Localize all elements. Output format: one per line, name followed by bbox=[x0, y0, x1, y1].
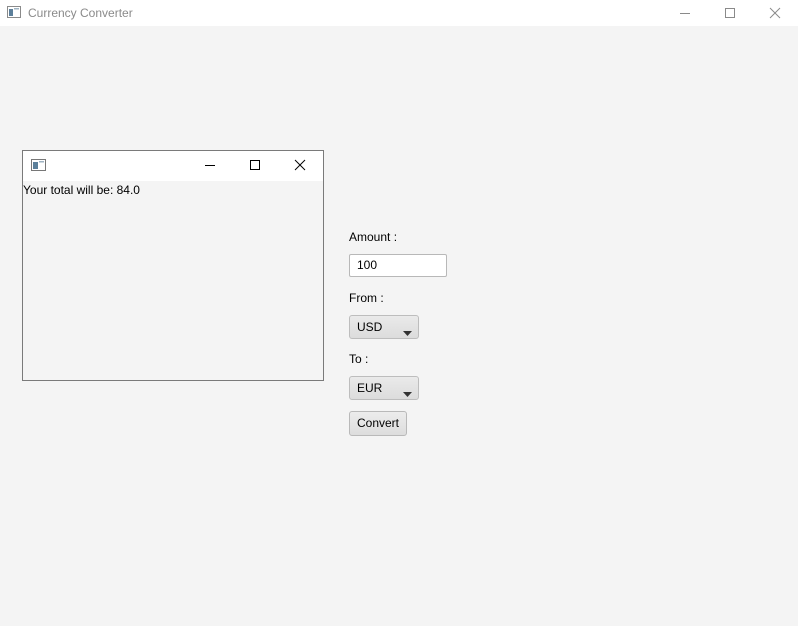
result-dialog: Your total will be: 84.0 bbox=[22, 150, 324, 381]
minimize-icon bbox=[679, 7, 691, 19]
maximize-icon bbox=[724, 7, 736, 19]
chevron-down-icon bbox=[403, 325, 412, 339]
title-bar[interactable]: Currency Converter bbox=[0, 0, 798, 26]
maximize-button[interactable] bbox=[707, 0, 753, 26]
window-title: Currency Converter bbox=[28, 6, 133, 20]
close-icon bbox=[769, 7, 781, 19]
minimize-icon bbox=[204, 159, 216, 174]
to-label: To : bbox=[349, 352, 369, 366]
from-currency-value: USD bbox=[357, 320, 383, 334]
maximize-icon bbox=[249, 159, 261, 174]
dialog-maximize-button[interactable] bbox=[232, 151, 277, 181]
dialog-close-button[interactable] bbox=[277, 151, 322, 181]
amount-input[interactable]: 100 bbox=[349, 254, 447, 277]
app-icon bbox=[7, 6, 21, 18]
close-button[interactable] bbox=[752, 0, 798, 26]
chevron-down-icon bbox=[403, 386, 412, 400]
from-label: From : bbox=[349, 291, 384, 305]
dialog-title-bar[interactable] bbox=[23, 151, 323, 181]
dialog-minimize-button[interactable] bbox=[187, 151, 232, 181]
to-currency-select[interactable]: EUR bbox=[349, 376, 419, 400]
result-text: Your total will be: 84.0 bbox=[23, 183, 140, 197]
minimize-button[interactable] bbox=[662, 0, 708, 26]
dialog-app-icon bbox=[31, 159, 46, 171]
from-currency-select[interactable]: USD bbox=[349, 315, 419, 339]
main-window: Currency Converter Your total will be: 8… bbox=[0, 0, 798, 626]
to-currency-value: EUR bbox=[357, 381, 383, 395]
close-icon bbox=[294, 159, 306, 174]
convert-button[interactable]: Convert bbox=[349, 411, 407, 436]
amount-label: Amount : bbox=[349, 230, 398, 244]
